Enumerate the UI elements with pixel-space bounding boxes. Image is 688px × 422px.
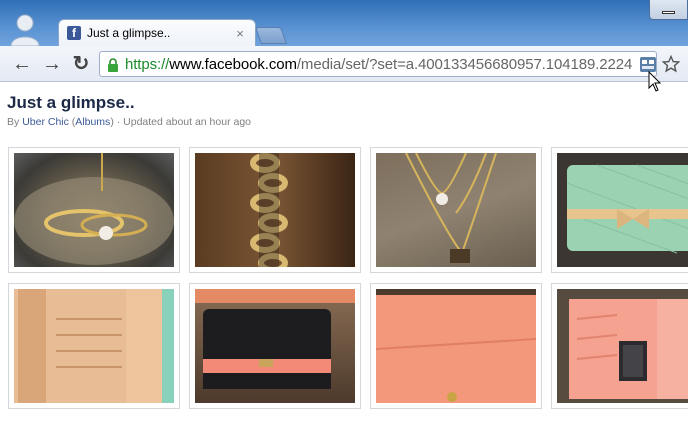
toolbar: ← → ↻ https://www.facebook.com/media/set… [0,46,688,82]
page-action-icon[interactable] [640,57,656,72]
reload-button[interactable]: ↻ [69,53,93,75]
address-bar[interactable]: https://www.facebook.com/media/set/?set=… [99,51,657,77]
open-wallet-image [14,289,174,403]
updated-time: Updated about an hour ago [123,116,252,128]
photo-thumb[interactable] [189,283,361,409]
albums-link[interactable]: Albums [75,116,110,128]
pearl-necklace-image [376,153,536,267]
album-meta: By Uber Chic (Albums) · Updated about an… [7,116,252,128]
photo-thumb[interactable] [370,147,542,273]
wallet-slots-image [557,289,688,403]
page-content: Just a glimpse.. By Uber Chic (Albums) ·… [0,83,688,422]
lock-icon [108,58,118,72]
url-host: www.facebook.com [169,56,297,73]
page-title: Just a glimpse.. [7,93,135,112]
photo-thumb[interactable] [8,147,180,273]
title-bar: f Just a glimpse.. × [0,0,688,46]
minimize-icon [662,11,675,14]
gold-bracelets-image [14,153,174,267]
browser-window: f Just a glimpse.. × ← → ↻ https://www.f… [0,0,688,422]
gold-chain-image [195,153,355,267]
photo-thumb[interactable] [370,283,542,409]
photo-thumb[interactable] [189,147,361,273]
new-tab-button[interactable] [254,27,288,44]
mouse-cursor-icon [648,71,662,92]
tab-title: Just a glimpse.. [87,26,171,40]
photo-thumb[interactable] [8,283,180,409]
photo-thumb[interactable] [551,283,688,409]
url-scheme: https:// [125,56,170,73]
url-path: /media/set/?set=a.400133456680957.104189… [296,56,633,73]
meta-separator: · [116,116,121,128]
pink-wallet-image [376,289,536,403]
user-profile-icon[interactable] [8,12,42,46]
facebook-favicon-icon: f [67,26,81,40]
tab-close-icon[interactable]: × [233,26,247,41]
back-button[interactable]: ← [10,53,34,75]
forward-button[interactable]: → [40,53,64,75]
tab-facebook-album[interactable]: f Just a glimpse.. × [58,19,256,46]
meta-by: By [7,116,20,128]
author-link[interactable]: Uber Chic [22,116,69,128]
minimize-button[interactable] [649,0,688,20]
bookmark-star-icon[interactable] [662,55,680,73]
black-clutch-image [195,289,355,403]
mint-wallet-image [557,153,688,267]
url-text: https://www.facebook.com/media/set/?set=… [125,56,632,73]
photo-thumb[interactable] [551,147,688,273]
